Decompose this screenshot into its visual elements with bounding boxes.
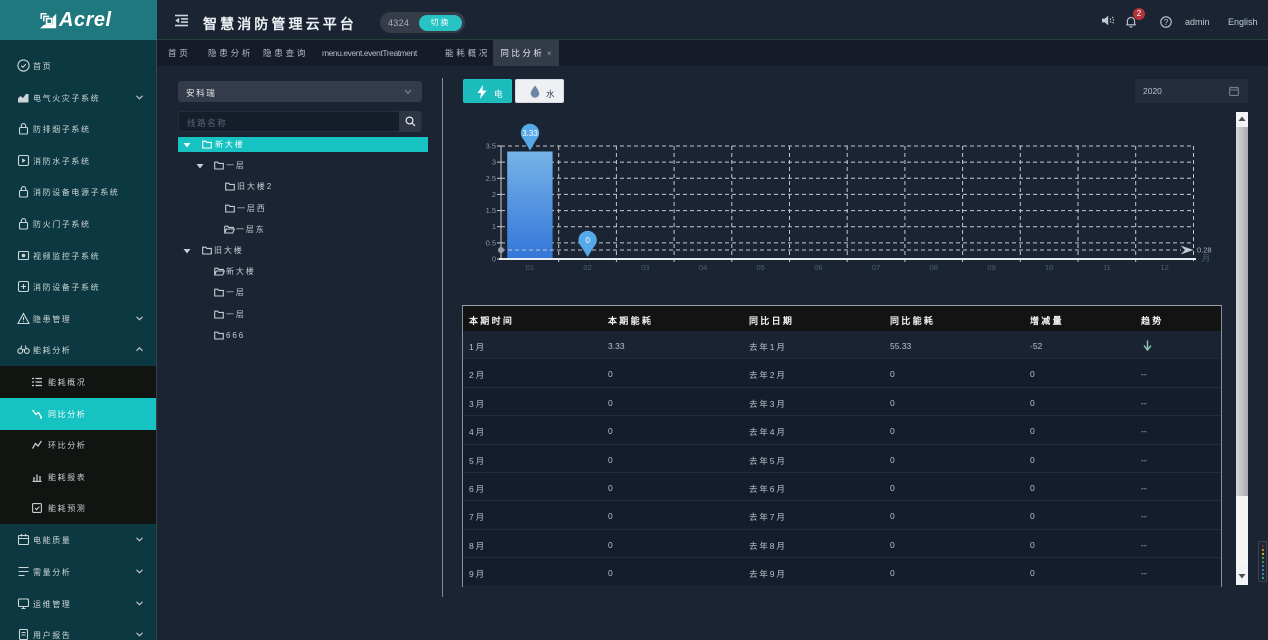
svg-text:2.5: 2.5 [486,174,496,183]
svg-text:11: 11 [1103,263,1111,272]
svg-text:10: 10 [1045,263,1053,272]
svg-text:01: 01 [526,263,534,272]
svg-text:月: 月 [1202,254,1210,263]
svg-text:0.5: 0.5 [486,238,496,247]
svg-text:09: 09 [987,263,995,272]
svg-text:3.5: 3.5 [486,142,496,151]
svg-text:05: 05 [757,263,765,272]
svg-text:07: 07 [872,263,880,272]
svg-text:1: 1 [492,222,496,231]
svg-text:1.5: 1.5 [486,206,496,215]
svg-text:12: 12 [1160,263,1168,272]
svg-text:02: 02 [583,263,591,272]
svg-text:2: 2 [492,190,496,199]
svg-text:03: 03 [641,263,649,272]
svg-text:?: ? [1164,18,1169,27]
svg-text:3.33: 3.33 [522,129,538,138]
svg-text:0: 0 [585,236,590,245]
svg-text:06: 06 [814,263,822,272]
svg-text:04: 04 [699,263,707,272]
svg-text:3: 3 [492,158,496,167]
svg-text:0: 0 [492,255,496,264]
svg-text:08: 08 [930,263,938,272]
